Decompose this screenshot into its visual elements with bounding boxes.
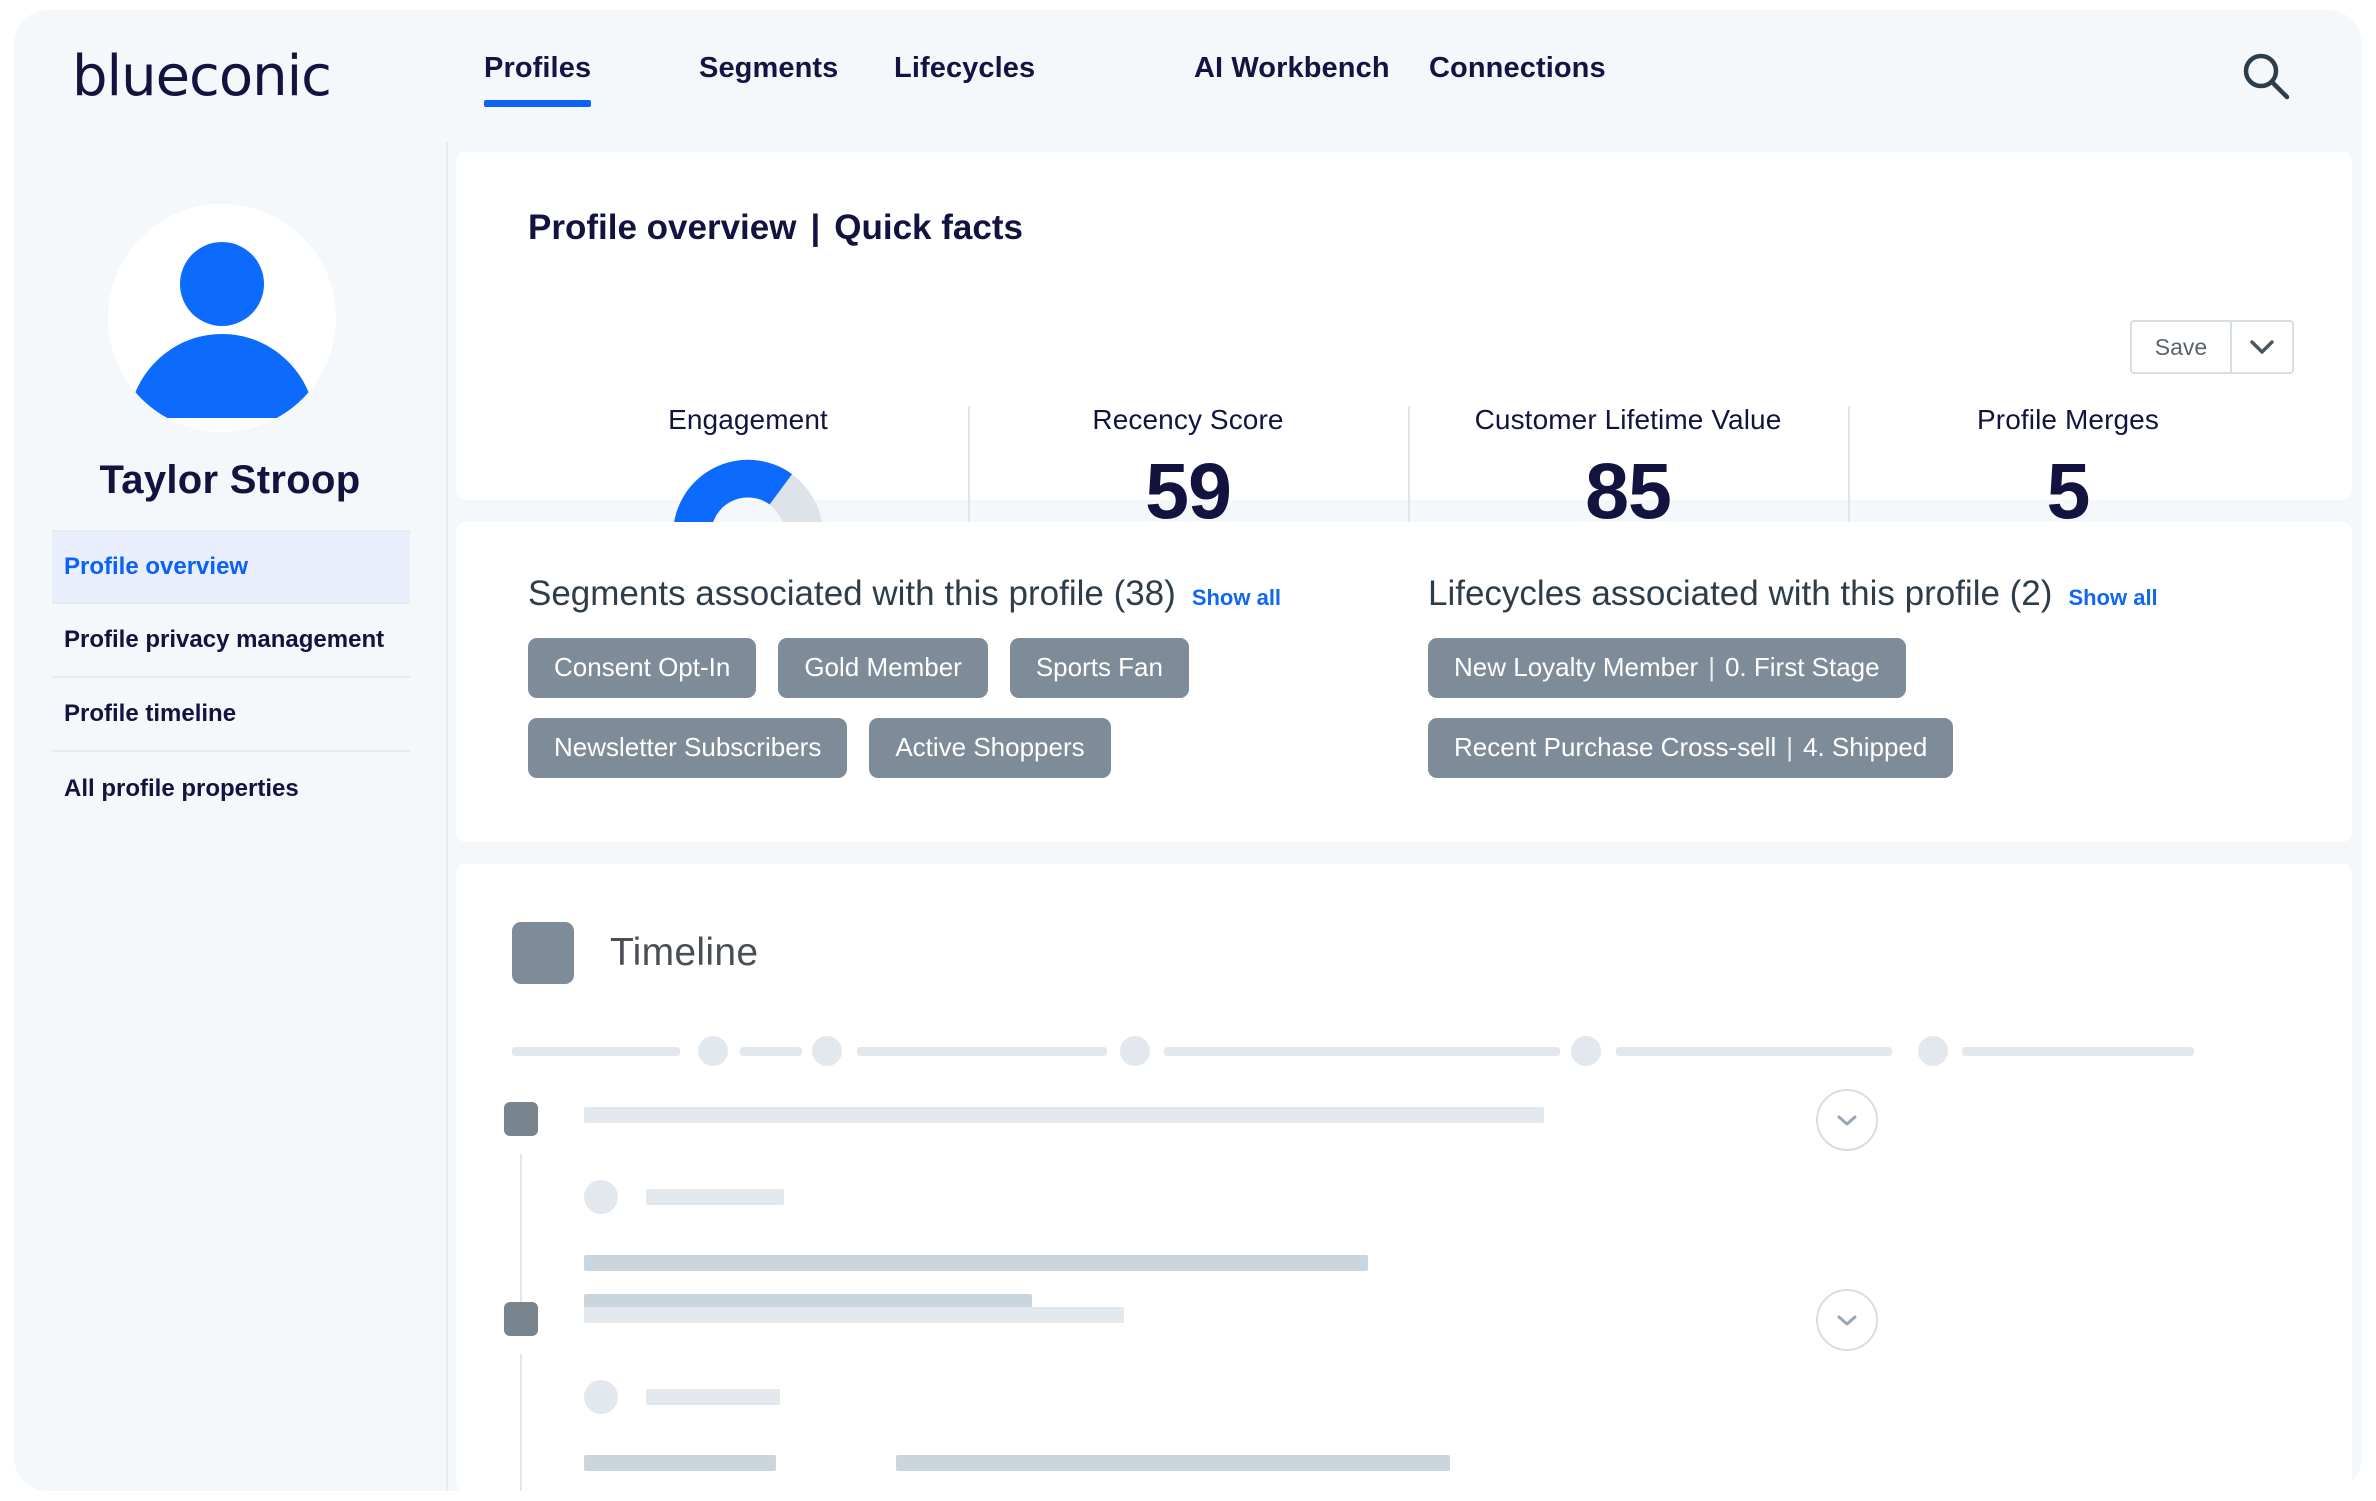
save-dropdown-chevron-down-icon[interactable] xyxy=(2232,322,2292,372)
segment-chip[interactable]: Newsletter Subscribers xyxy=(528,718,848,778)
lifecycle-chip-name: Recent Purchase Cross-sell xyxy=(1454,732,1777,762)
sidebar-item-profile-privacy-management[interactable]: Profile privacy management xyxy=(52,604,410,678)
main-content: Profile overview | Quick facts Save Engage… xyxy=(446,142,2362,1491)
lifecycles-show-all-link[interactable]: Show all xyxy=(2068,585,2157,611)
metric-label: Customer Lifetime Value xyxy=(1474,404,1782,435)
chevron-down-icon xyxy=(1837,1315,1857,1325)
timeline-skeleton-line xyxy=(584,1107,1544,1123)
nav-item-lifecycles[interactable]: Lifecycles xyxy=(894,52,1035,107)
lifecycle-chip[interactable]: New Loyalty Member | 0. First Stage xyxy=(1428,638,1906,698)
timeline-track-dot[interactable] xyxy=(698,1036,728,1066)
lifecycles-heading: Lifecycles associated with this profile … xyxy=(1428,574,2158,614)
avatar xyxy=(108,204,336,432)
nav-item-profiles[interactable]: Profiles xyxy=(484,52,592,107)
associations-card: Segments associated with this profile (3… xyxy=(456,522,2352,842)
profile-name: Taylor Stroop xyxy=(99,458,361,502)
timeline-skeleton-line xyxy=(584,1255,1368,1271)
quick-facts-card: Profile overview | Quick facts Save Engage… xyxy=(456,152,2352,578)
nav-item-connections[interactable]: Connections xyxy=(1429,52,1606,107)
lifecycle-chip-stage: 4. Shipped xyxy=(1803,732,1928,762)
timeline-skeleton-line xyxy=(584,1307,1124,1323)
sidebar-item-label: Profile privacy management xyxy=(64,626,385,653)
timeline-track-dot[interactable] xyxy=(812,1036,842,1066)
segment-chip[interactable]: Consent Opt-In xyxy=(528,638,757,698)
page-title-primary: Profile overview xyxy=(528,208,797,247)
timeline-entry-expand-button[interactable] xyxy=(1816,1089,1878,1151)
timeline-track-segment xyxy=(1962,1047,2194,1056)
timeline-entry-rail xyxy=(520,1154,522,1324)
search-icon[interactable] xyxy=(2240,50,2292,102)
timeline-track xyxy=(512,1036,2272,1066)
metric-label: Profile Merges xyxy=(1977,404,2159,435)
timeline-track-segment xyxy=(857,1047,1107,1056)
timeline-track-dot[interactable] xyxy=(1571,1036,1601,1066)
metric-label: Engagement xyxy=(668,404,828,435)
segment-chip[interactable]: Sports Fan xyxy=(1009,638,1189,698)
user-avatar-icon xyxy=(108,242,336,432)
chevron-down-icon xyxy=(1837,1115,1857,1125)
segments-title: Segments associated with this profile (3… xyxy=(528,574,1176,613)
segment-chip-list: Consent Opt-In Gold Member Sports Fan Ne… xyxy=(528,638,1348,778)
timeline-square-icon xyxy=(512,922,574,984)
nav-slot-1: Segments xyxy=(699,52,894,107)
timeline-entry-expand-button[interactable] xyxy=(1816,1289,1878,1351)
logo-text: blueconic xyxy=(72,46,362,108)
main-nav: Profiles Segments Lifecycles AI Workbenc… xyxy=(484,52,1689,107)
lifecycle-chip-stage: 0. First Stage xyxy=(1724,652,1880,682)
lifecycle-chip-pipe: | xyxy=(1786,732,1793,762)
sidebar-item-label: Profile overview xyxy=(64,553,249,580)
sidebar-item-profile-overview[interactable]: Profile overview xyxy=(52,530,410,604)
timeline-skeleton-line xyxy=(896,1455,1450,1471)
sidebar-item-label: Profile timeline xyxy=(64,700,237,727)
timeline-track-segment xyxy=(1616,1047,1892,1056)
timeline-entry-marker xyxy=(504,1302,538,1336)
timeline-track-segment xyxy=(512,1047,680,1056)
page-title: Profile overview | Quick facts xyxy=(528,208,1023,248)
timeline-track-segment xyxy=(740,1047,802,1056)
timeline-skeleton-avatar xyxy=(584,1180,618,1214)
lifecycle-chip-name: New Loyalty Member xyxy=(1454,652,1699,682)
sidebar-nav: Profile overview Profile privacy managem… xyxy=(52,530,410,826)
save-button-group[interactable]: Save xyxy=(2130,320,2294,374)
nav-slot-0: Profiles xyxy=(484,52,699,107)
segments-show-all-link[interactable]: Show all xyxy=(1192,585,1281,611)
timeline-skeleton-avatar xyxy=(584,1380,618,1414)
segment-chip[interactable]: Active Shoppers xyxy=(869,718,1111,778)
nav-slot-3: AI Workbench xyxy=(1194,52,1429,107)
segment-chip[interactable]: Gold Member xyxy=(778,638,988,698)
segments-heading: Segments associated with this profile (3… xyxy=(528,574,1281,614)
page-title-separator: | xyxy=(810,208,821,247)
sidebar-item-profile-timeline[interactable]: Profile timeline xyxy=(52,678,410,752)
timeline-card: Timeline xyxy=(456,864,2352,1491)
nav-slot-4: Connections xyxy=(1429,52,1689,107)
nav-item-ai-workbench[interactable]: AI Workbench xyxy=(1194,52,1390,107)
save-button[interactable]: Save xyxy=(2132,322,2232,372)
timeline-title: Timeline xyxy=(610,931,759,974)
lifecycle-chip-list: New Loyalty Member | 0. First Stage Recent… xyxy=(1428,638,2308,778)
lifecycles-title: Lifecycles associated with this profile … xyxy=(1428,574,2053,613)
app-window: blueconic Profiles Segments Lifecycles A… xyxy=(14,10,2362,1491)
top-navigation-bar: blueconic Profiles Segments Lifecycles A… xyxy=(14,10,2362,142)
timeline-track-segment xyxy=(1164,1047,1560,1056)
lifecycle-chip-pipe: | xyxy=(1708,652,1715,682)
sidebar-item-all-profile-properties[interactable]: All profile properties xyxy=(52,752,410,826)
timeline-track-dot[interactable] xyxy=(1120,1036,1150,1066)
timeline-skeleton-line xyxy=(584,1455,776,1471)
blueconic-logo[interactable]: blueconic xyxy=(72,46,362,108)
nav-item-segments[interactable]: Segments xyxy=(699,52,838,107)
timeline-skeleton-line xyxy=(646,1389,780,1405)
metric-label: Recency Score xyxy=(1092,404,1284,435)
nav-slot-2: Lifecycles xyxy=(894,52,1194,107)
timeline-track-dot[interactable] xyxy=(1918,1036,1948,1066)
timeline-header: Timeline xyxy=(512,922,758,984)
timeline-skeleton-line xyxy=(646,1189,784,1205)
timeline-entry-marker xyxy=(504,1102,538,1136)
timeline-entry-rail xyxy=(520,1354,522,1491)
sidebar-item-label: All profile properties xyxy=(64,775,299,802)
profile-sidebar: Taylor Stroop Profile overview Profile p… xyxy=(14,142,448,1491)
lifecycle-chip[interactable]: Recent Purchase Cross-sell | 4. Shipped xyxy=(1428,718,1954,778)
page-title-secondary: Quick facts xyxy=(834,208,1023,247)
